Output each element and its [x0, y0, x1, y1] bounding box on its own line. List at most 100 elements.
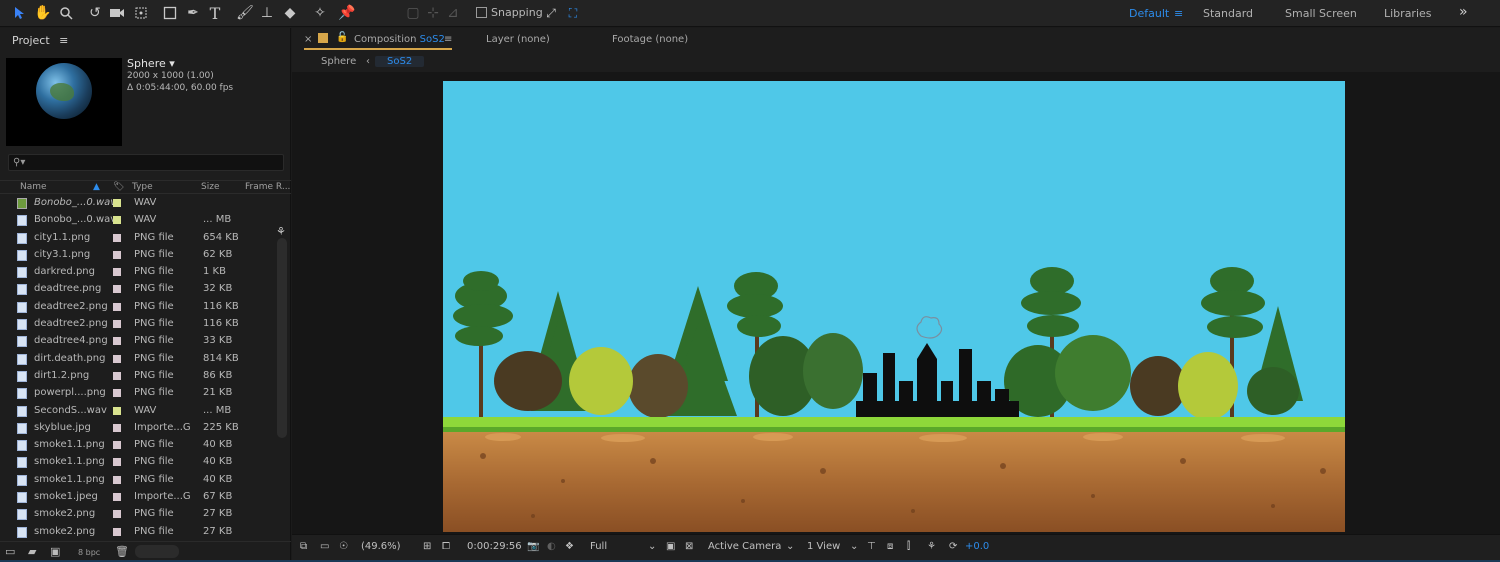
zoom-level-dropdown[interactable]: (49.6%): [361, 541, 401, 552]
label-color-swatch[interactable]: [113, 475, 121, 484]
monitor-icon[interactable]: ▭: [320, 541, 329, 552]
project-search-input[interactable]: ⚲▾: [8, 154, 284, 171]
comp-name-dropdown[interactable]: Sphere ▾: [127, 58, 233, 70]
close-tab-icon[interactable]: ×: [304, 34, 312, 45]
view-chevron-icon[interactable]: ⌄: [850, 541, 858, 552]
project-file-row[interactable]: Bonobo_...0.wav WAV ... MB: [0, 212, 276, 229]
camera-tool-icon[interactable]: [107, 3, 127, 23]
always-preview-icon[interactable]: ⧉: [300, 541, 307, 552]
project-file-row[interactable]: darkred.png PNG file 1 KB: [0, 264, 276, 281]
project-menu-icon[interactable]: ≡: [59, 34, 68, 47]
camera-view-dropdown[interactable]: Active Camera: [708, 541, 781, 552]
interpret-footage-icon[interactable]: ▭: [5, 545, 15, 558]
resolution-dropdown[interactable]: Full: [590, 541, 607, 552]
tab-layer[interactable]: Layer (none): [486, 34, 550, 45]
snapping-toggle[interactable]: Snapping: [476, 6, 543, 19]
project-file-row[interactable]: SecondS...wav WAV ... MB: [0, 403, 276, 420]
project-file-row[interactable]: smoke1.1.png PNG file 40 KB: [0, 437, 276, 454]
bit-depth-button[interactable]: 8 bpc: [78, 548, 100, 557]
label-color-swatch[interactable]: [113, 216, 121, 225]
fast-previews-icon[interactable]: ▣: [666, 541, 675, 552]
project-file-row[interactable]: deadtree2.png PNG file 116 KB: [0, 299, 276, 316]
project-file-row[interactable]: smoke2.png PNG file 27 KB: [0, 524, 276, 541]
label-color-swatch[interactable]: [113, 527, 121, 536]
label-color-swatch[interactable]: [113, 233, 121, 242]
view-layout-dropdown[interactable]: 1 View: [807, 541, 840, 552]
transparency-grid-icon[interactable]: ⊠: [685, 541, 693, 552]
puppet-pin-tool-icon[interactable]: 📌: [337, 3, 357, 23]
label-color-swatch[interactable]: [113, 199, 121, 207]
current-time-display[interactable]: 0:00:29:56: [467, 541, 522, 552]
hand-tool-icon[interactable]: ✋: [33, 3, 53, 23]
label-color-swatch[interactable]: [113, 302, 121, 311]
column-type-header[interactable]: Type: [132, 182, 153, 192]
project-scrollbar[interactable]: [277, 238, 287, 438]
project-file-row[interactable]: powerpl....png PNG file 21 KB: [0, 385, 276, 402]
project-file-row[interactable]: city3.1.png PNG file 62 KB: [0, 247, 276, 264]
project-file-row[interactable]: dirt1.2.png PNG file 86 KB: [0, 368, 276, 385]
pan-behind-tool-icon[interactable]: [131, 3, 151, 23]
label-color-swatch[interactable]: [113, 285, 121, 294]
toggle-pixel-aspect-icon[interactable]: ⊤: [867, 541, 876, 552]
label-color-swatch[interactable]: [113, 371, 121, 380]
label-column-tag-icon[interactable]: 🏷: [113, 182, 124, 192]
rotate-tool-icon[interactable]: ↺: [85, 3, 105, 23]
type-tool-icon[interactable]: T: [205, 3, 225, 23]
brush-tool-icon[interactable]: 🖌: [235, 3, 255, 23]
flowchart-view-icon[interactable]: ⚘: [927, 541, 936, 552]
snapping-checkbox[interactable]: [476, 7, 487, 18]
column-name-header[interactable]: Name: [20, 182, 47, 192]
project-file-row[interactable]: deadtree4.png PNG file 33 KB: [0, 333, 276, 350]
lock-icon[interactable]: 🔓: [336, 32, 348, 43]
label-color-swatch[interactable]: [113, 389, 121, 398]
new-composition-icon[interactable]: ▣: [50, 545, 60, 558]
label-color-swatch[interactable]: [113, 354, 121, 363]
project-file-row[interactable]: deadtree.png PNG file 32 KB: [0, 281, 276, 298]
workspace-default[interactable]: Default: [1129, 7, 1169, 20]
breadcrumb-sos2[interactable]: SoS2: [375, 56, 425, 67]
roto-brush-tool-icon[interactable]: ✧: [310, 3, 330, 23]
tab-composition[interactable]: Composition SoS2: [354, 34, 445, 45]
label-color-swatch[interactable]: [113, 250, 121, 259]
composition-canvas[interactable]: [443, 81, 1345, 532]
new-folder-icon[interactable]: ▰: [28, 545, 36, 558]
project-panel-title[interactable]: Project ≡: [12, 34, 68, 47]
column-frame-rate-header[interactable]: Frame R...: [245, 182, 290, 192]
rectangle-tool-icon[interactable]: [160, 3, 180, 23]
snap-features-icon[interactable]: ⛶: [563, 3, 583, 23]
mask-visibility-icon[interactable]: ☉: [339, 541, 348, 552]
project-file-row[interactable]: skyblue.jpg Importe...G 225 KB: [0, 420, 276, 437]
breadcrumb-sphere[interactable]: Sphere: [321, 56, 356, 67]
project-file-row[interactable]: city1.1.png PNG file 654 KB: [0, 230, 276, 247]
project-file-row[interactable]: smoke1.jpeg Importe...G 67 KB: [0, 489, 276, 506]
flowchart-icon[interactable]: ⚘: [276, 225, 286, 238]
project-file-row[interactable]: smoke1.1.png PNG file 40 KB: [0, 472, 276, 489]
workspace-libraries[interactable]: Libraries: [1384, 7, 1432, 20]
project-file-row[interactable]: deadtree2.png PNG file 116 KB: [0, 316, 276, 333]
workspace-standard[interactable]: Standard: [1203, 7, 1253, 20]
workspace-small-screen[interactable]: Small Screen: [1285, 7, 1357, 20]
label-color-swatch[interactable]: [113, 423, 121, 432]
project-file-row[interactable]: smoke2.png PNG file 27 KB: [0, 506, 276, 523]
project-file-row[interactable]: Bonobo_...0.wav WAV: [0, 195, 276, 212]
grid-guides-icon[interactable]: ⊞: [423, 541, 431, 552]
color-channels-icon[interactable]: ❖: [565, 541, 574, 552]
selection-tool-icon[interactable]: [10, 3, 30, 23]
tab-footage[interactable]: Footage (none): [612, 34, 688, 45]
workspace-menu-icon[interactable]: ≡: [1174, 7, 1183, 20]
clone-stamp-tool-icon[interactable]: ⊥: [257, 3, 277, 23]
label-color-swatch[interactable]: [113, 320, 121, 329]
reset-exposure-icon[interactable]: ⟳: [949, 541, 957, 552]
timeline-icon[interactable]: ⫿: [907, 541, 910, 552]
label-color-swatch[interactable]: [113, 441, 121, 450]
thumbnail-slider[interactable]: [135, 545, 179, 558]
workspace-overflow-button[interactable]: »: [1459, 4, 1468, 20]
snap-edges-icon[interactable]: ⤢: [541, 3, 561, 23]
label-color-swatch[interactable]: [113, 510, 121, 519]
project-file-row[interactable]: dirt.death.png PNG file 814 KB: [0, 351, 276, 368]
label-color-swatch[interactable]: [113, 268, 121, 277]
region-of-interest-icon[interactable]: ⧠: [442, 541, 450, 552]
pen-tool-icon[interactable]: ✒: [183, 3, 203, 23]
show-snapshot-icon[interactable]: ◐: [547, 541, 556, 552]
camera-chevron-icon[interactable]: ⌄: [786, 541, 794, 552]
